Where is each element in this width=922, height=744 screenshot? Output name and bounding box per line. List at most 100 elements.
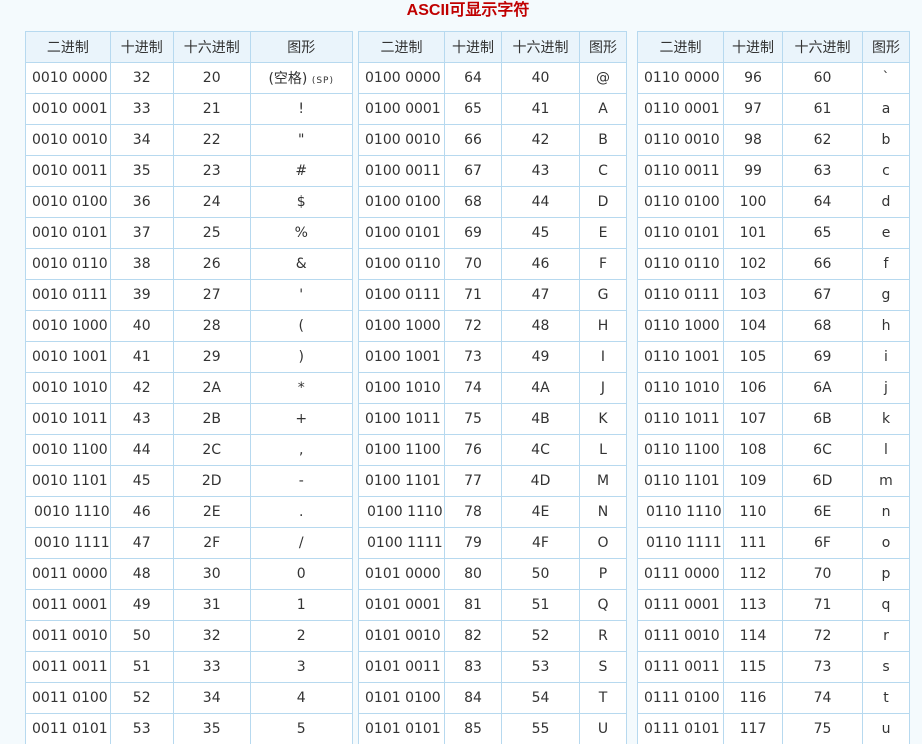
hex-cell: 27 [172, 279, 251, 311]
hex-cell: 20 [172, 62, 251, 94]
table-row: 0111 0011 115 73 s [637, 651, 910, 683]
hex-cell: 25 [172, 217, 251, 249]
glyph-cell: N [579, 496, 627, 528]
column-header: 图形 [249, 31, 353, 63]
hex-cell: 31 [172, 589, 251, 621]
hex-cell: 2D [172, 465, 251, 497]
glyph-cell: 0 [249, 558, 353, 590]
binary-cell: 0100 0110 [358, 248, 445, 280]
decimal-cell: 32 [109, 62, 174, 94]
glyph-cell: 2 [249, 620, 353, 652]
table-row: 0111 0101 117 75 u [637, 713, 910, 744]
table-row: 0100 1010 74 4A J [358, 372, 627, 404]
decimal-cell: 103 [723, 279, 783, 311]
table-row: 0011 0001 49 31 1 [25, 589, 353, 621]
binary-cell: 0011 0101 [25, 713, 111, 744]
glyph-cell: s [862, 651, 910, 683]
table-row: 0010 0111 39 27 ' [25, 279, 353, 311]
glyph-cell: / [249, 527, 353, 559]
hex-cell: 69 [782, 341, 863, 373]
binary-cell: 0101 0101 [358, 713, 445, 744]
table-row: 0110 1001 105 69 i [637, 341, 910, 373]
glyph-cell: ' [249, 279, 353, 311]
table-row: 0111 0100 116 74 t [637, 682, 910, 714]
glyph-cell: l [862, 434, 910, 466]
hex-cell: 6A [782, 372, 863, 404]
glyph-cell: . [249, 496, 353, 528]
binary-cell: 0100 1011 [358, 403, 445, 435]
glyph-cell: 5 [249, 713, 353, 744]
hex-cell: 41 [501, 93, 580, 125]
decimal-cell: 35 [109, 155, 174, 187]
binary-cell: 0110 0000 [637, 62, 724, 94]
glyph-cell: I [579, 341, 627, 373]
decimal-cell: 53 [109, 713, 174, 744]
binary-cell: 0010 0111 [25, 279, 111, 311]
hex-cell: 4D [501, 465, 580, 497]
binary-cell: 0100 0101 [358, 217, 445, 249]
binary-cell: 0100 1111 [358, 527, 445, 559]
decimal-cell: 47 [109, 527, 174, 559]
binary-cell: 0010 0001 [25, 93, 111, 125]
hex-cell: 4A [501, 372, 580, 404]
decimal-cell: 98 [723, 124, 783, 156]
binary-cell: 0100 1100 [358, 434, 445, 466]
decimal-cell: 115 [723, 651, 783, 683]
column-header: 十六进制 [501, 31, 580, 63]
decimal-cell: 85 [444, 713, 502, 744]
ascii-table-2: 二进制 十进制 十六进制 图形 0100 0000 64 40 @0100 0001 65 41… [358, 31, 627, 744]
binary-cell: 0010 1101 [25, 465, 111, 497]
table-row: 0101 0101 85 55 U [358, 713, 627, 744]
glyph-cell: d [862, 186, 910, 218]
glyph-cell: f [862, 248, 910, 280]
table-header-row: 二进制 十进制 十六进制 图形 [637, 31, 910, 63]
decimal-cell: 78 [444, 496, 502, 528]
binary-cell: 0010 1010 [25, 372, 111, 404]
decimal-cell: 70 [444, 248, 502, 280]
binary-cell: 0010 0110 [25, 248, 111, 280]
binary-cell: 0100 1000 [358, 310, 445, 342]
table-row: 0011 0100 52 34 4 [25, 682, 353, 714]
decimal-cell: 101 [723, 217, 783, 249]
binary-cell: 0111 0011 [637, 651, 724, 683]
decimal-cell: 83 [444, 651, 502, 683]
table-row: 0110 0110 102 66 f [637, 248, 910, 280]
table-row: 0100 0010 66 42 B [358, 124, 627, 156]
hex-cell: 4F [501, 527, 580, 559]
decimal-cell: 33 [109, 93, 174, 125]
table-row: 0101 0011 83 53 S [358, 651, 627, 683]
decimal-cell: 108 [723, 434, 783, 466]
glyph-cell: + [249, 403, 353, 435]
hex-cell: 33 [172, 651, 251, 683]
binary-cell: 0100 1110 [358, 496, 445, 528]
decimal-cell: 110 [723, 496, 783, 528]
binary-cell: 0110 1010 [637, 372, 724, 404]
decimal-cell: 82 [444, 620, 502, 652]
decimal-cell: 104 [723, 310, 783, 342]
decimal-cell: 97 [723, 93, 783, 125]
hex-cell: 48 [501, 310, 580, 342]
glyph-cell: R [579, 620, 627, 652]
hex-cell: 2F [172, 527, 251, 559]
glyph-cell: K [579, 403, 627, 435]
binary-cell: 0011 0000 [25, 558, 111, 590]
glyph-cell: 3 [249, 651, 353, 683]
glyph-cell: S [579, 651, 627, 683]
decimal-cell: 64 [444, 62, 502, 94]
hex-cell: 73 [782, 651, 863, 683]
table-row: 0010 0011 35 23 # [25, 155, 353, 187]
binary-cell: 0110 1111 [637, 527, 724, 559]
glyph-cell: F [579, 248, 627, 280]
table-row: 0011 0000 48 30 0 [25, 558, 353, 590]
binary-cell: 0110 0010 [637, 124, 724, 156]
glyph-cell: j [862, 372, 910, 404]
decimal-cell: 38 [109, 248, 174, 280]
glyph-cell: (空格) (SP) [249, 62, 353, 94]
table-row: 0110 1011 107 6B k [637, 403, 910, 435]
decimal-cell: 36 [109, 186, 174, 218]
decimal-cell: 79 [444, 527, 502, 559]
decimal-cell: 77 [444, 465, 502, 497]
binary-cell: 0100 0010 [358, 124, 445, 156]
hex-cell: 24 [172, 186, 251, 218]
decimal-cell: 48 [109, 558, 174, 590]
